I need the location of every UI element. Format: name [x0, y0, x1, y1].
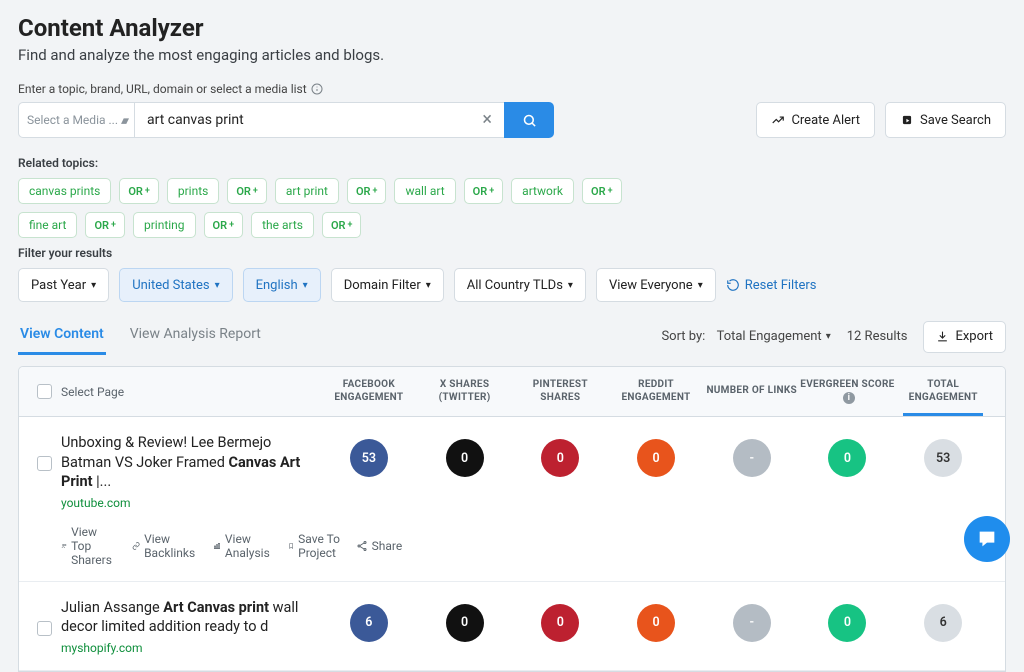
info-icon[interactable]: i [843, 392, 855, 404]
info-icon [311, 83, 323, 95]
metric-links: - [733, 604, 771, 642]
search-input-wrap: × [134, 102, 504, 138]
col-links[interactable]: NUMBER OF LINKS [704, 385, 800, 398]
results-count: 12 Results [847, 329, 908, 344]
table-header: Select Page FACEBOOK ENGAGEMENT X SHARES… [19, 367, 1005, 417]
result-title[interactable]: Julian Assange Art Canvas print wall dec… [61, 598, 311, 637]
add-or-chip[interactable]: OR+ [347, 178, 387, 204]
filter-view-everyone[interactable]: View Everyone▾ [596, 268, 716, 302]
row-checkbox[interactable] [37, 456, 52, 471]
media-list-select[interactable]: Select a Media ... ▴▾ [18, 102, 134, 138]
add-or-chip[interactable]: OR+ [204, 212, 244, 238]
filter-english[interactable]: English▾ [243, 268, 321, 302]
metric-x: 0 [446, 439, 484, 477]
related-topic-chip[interactable]: prints [167, 178, 219, 204]
related-topic-chip[interactable]: art print [275, 178, 339, 204]
filter-past-year[interactable]: Past Year▾ [18, 268, 109, 302]
metric-total: 53 [924, 439, 962, 477]
chevron-down-icon: ▾ [698, 280, 703, 291]
metric-reddit: 0 [637, 439, 675, 477]
result-domain[interactable]: youtube.com [61, 496, 131, 510]
clear-icon[interactable]: × [480, 111, 494, 129]
search-label: Enter a topic, brand, URL, domain or sel… [18, 82, 1006, 96]
view-analysis[interactable]: View Analysis [213, 525, 274, 567]
chevron-down-icon: ▾ [215, 280, 220, 291]
add-or-chip[interactable]: OR+ [85, 212, 125, 238]
page-title: Content Analyzer [18, 14, 1006, 42]
view-top-sharers[interactable]: View Top Sharers [61, 525, 118, 567]
add-or-chip[interactable]: OR+ [322, 212, 362, 238]
metric-facebook: 6 [350, 604, 388, 642]
search-icon [522, 113, 537, 128]
chevron-down-icon: ▾ [826, 331, 831, 342]
sort-select[interactable]: Sort by: Total Engagement ▾ [661, 329, 830, 344]
chat-icon [976, 528, 998, 550]
save-to-project[interactable]: Save To Project [288, 525, 342, 567]
col-facebook[interactable]: FACEBOOK ENGAGEMENT [321, 379, 417, 404]
related-topic-chip[interactable]: fine art [18, 212, 77, 238]
tab-view-content[interactable]: View Content [18, 318, 106, 355]
alert-icon [771, 113, 785, 127]
col-total[interactable]: TOTAL ENGAGEMENT [895, 379, 991, 404]
results-table: Select Page FACEBOOK ENGAGEMENT X SHARES… [18, 366, 1006, 672]
add-or-chip[interactable]: OR+ [464, 178, 504, 204]
search-button[interactable] [504, 102, 554, 138]
metric-evergreen: 0 [828, 604, 866, 642]
related-topic-chip[interactable]: the arts [251, 212, 314, 238]
col-x[interactable]: X SHARES (TWITTER) [417, 379, 513, 404]
result-title[interactable]: Unboxing & Review! Lee Bermejo Batman VS… [61, 433, 311, 492]
row-checkbox[interactable] [37, 621, 52, 636]
updown-icon: ▴▾ [121, 114, 126, 127]
metric-pinterest: 0 [541, 604, 579, 642]
metric-links: - [733, 439, 771, 477]
chat-launcher[interactable] [964, 516, 1010, 562]
filter-united-states[interactable]: United States▾ [119, 268, 232, 302]
share-result[interactable]: Share [356, 525, 403, 567]
add-or-chip[interactable]: OR+ [119, 178, 159, 204]
chevron-down-icon: ▾ [568, 280, 573, 291]
metric-facebook: 53 [350, 439, 388, 477]
select-all-checkbox[interactable] [37, 384, 52, 399]
related-topic-chip[interactable]: artwork [511, 178, 574, 204]
reset-filters[interactable]: Reset Filters [726, 278, 817, 293]
save-search-button[interactable]: Save Search [885, 102, 1006, 138]
refresh-icon [726, 278, 740, 292]
metric-reddit: 0 [637, 604, 675, 642]
col-evergreen[interactable]: EVERGREEN SCOREi [800, 379, 896, 404]
export-button[interactable]: Export [923, 321, 1006, 353]
col-pinterest[interactable]: PINTEREST SHARES [512, 379, 608, 404]
metric-evergreen: 0 [828, 439, 866, 477]
related-topic-chip[interactable]: wall art [394, 178, 455, 204]
chevron-down-icon: ▾ [303, 280, 308, 291]
view-backlinks[interactable]: View Backlinks [132, 525, 199, 567]
related-topic-chip[interactable]: printing [133, 212, 196, 238]
filter-all-country-tlds[interactable]: All Country TLDs▾ [454, 268, 586, 302]
table-row: Julian Assange Art Canvas print wall dec… [19, 582, 1005, 671]
create-alert-button[interactable]: Create Alert [756, 102, 875, 138]
save-icon [900, 113, 914, 127]
col-reddit[interactable]: REDDIT ENGAGEMENT [608, 379, 704, 404]
search-input[interactable] [145, 111, 480, 129]
filter-domain-filter[interactable]: Domain Filter▾ [331, 268, 444, 302]
related-topic-chip[interactable]: canvas prints [18, 178, 111, 204]
filter-label: Filter your results [18, 246, 1006, 260]
related-label: Related topics: [18, 156, 1006, 170]
add-or-chip[interactable]: OR+ [582, 178, 622, 204]
page-subtitle: Find and analyze the most engaging artic… [18, 46, 1006, 64]
chevron-down-icon: ▾ [91, 280, 96, 291]
metric-pinterest: 0 [541, 439, 579, 477]
tab-view-analysis[interactable]: View Analysis Report [128, 318, 263, 355]
table-row: Unboxing & Review! Lee Bermejo Batman VS… [19, 417, 1005, 582]
select-page-label: Select Page [61, 385, 321, 399]
result-domain[interactable]: myshopify.com [61, 641, 143, 655]
download-icon [936, 330, 949, 343]
metric-x: 0 [446, 604, 484, 642]
metric-total: 6 [924, 604, 962, 642]
chevron-down-icon: ▾ [426, 280, 431, 291]
add-or-chip[interactable]: OR+ [227, 178, 267, 204]
